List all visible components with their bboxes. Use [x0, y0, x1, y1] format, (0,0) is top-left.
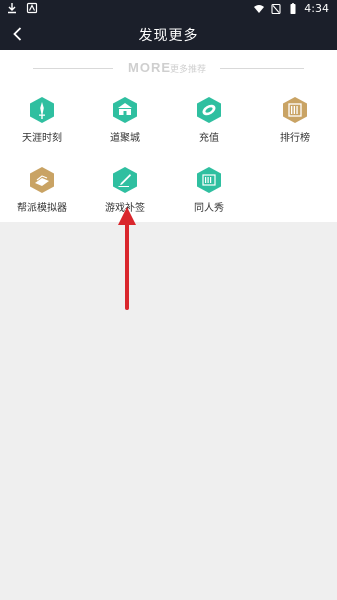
grid-item-label: 排行榜: [280, 133, 310, 144]
download-icon: [8, 3, 16, 14]
grid-item-fan-show[interactable]: 同人秀: [174, 166, 244, 226]
divider-right: [220, 68, 304, 69]
battery-icon: [290, 3, 296, 14]
more-subtitle: 更多推荐: [170, 65, 207, 75]
grid-item-label: 同人秀: [194, 203, 224, 214]
grid-item-recharge[interactable]: 充值: [174, 96, 244, 156]
page-title: 发现更多: [138, 28, 199, 44]
scroll-icon: [197, 167, 221, 193]
grid-item-label: 充值: [199, 133, 219, 144]
grid-item-label: 帮派模拟器: [17, 203, 67, 214]
wifi-icon: [254, 5, 265, 13]
no-sim-icon: [271, 3, 281, 15]
coin-icon: [197, 97, 221, 123]
status-bar: 4:34: [0, 0, 337, 18]
grid-item-label: 天涯时刻: [22, 133, 62, 144]
shop-icon: [113, 97, 137, 123]
section-heading: MORE 更多推荐: [0, 60, 337, 76]
discover-more-panel: MORE 更多推荐 天涯时刻 道聚城 充值 排行榜 帮派模拟器 游戏补签 同人秀: [0, 50, 337, 222]
grid-item-tianya-moment[interactable]: 天涯时刻: [7, 96, 77, 156]
grid-item-guild-simulator[interactable]: 帮派模拟器: [7, 166, 77, 226]
app-header: 发现更多: [0, 18, 337, 50]
grid-item-ranking[interactable]: 排行榜: [260, 96, 330, 156]
grid-item-daojucheng[interactable]: 道聚城: [90, 96, 160, 156]
ranking-icon: [283, 97, 307, 123]
simulator-icon: [30, 167, 54, 193]
brush-icon: [113, 167, 137, 193]
clock: 4:34: [304, 2, 329, 15]
sword-icon: [30, 97, 54, 123]
grid-item-label: 道聚城: [110, 133, 140, 144]
more-heading: MORE: [128, 60, 171, 75]
annotation-arrow-icon: [118, 207, 136, 310]
app-notification-icon: [26, 2, 38, 14]
divider-left: [33, 68, 113, 69]
